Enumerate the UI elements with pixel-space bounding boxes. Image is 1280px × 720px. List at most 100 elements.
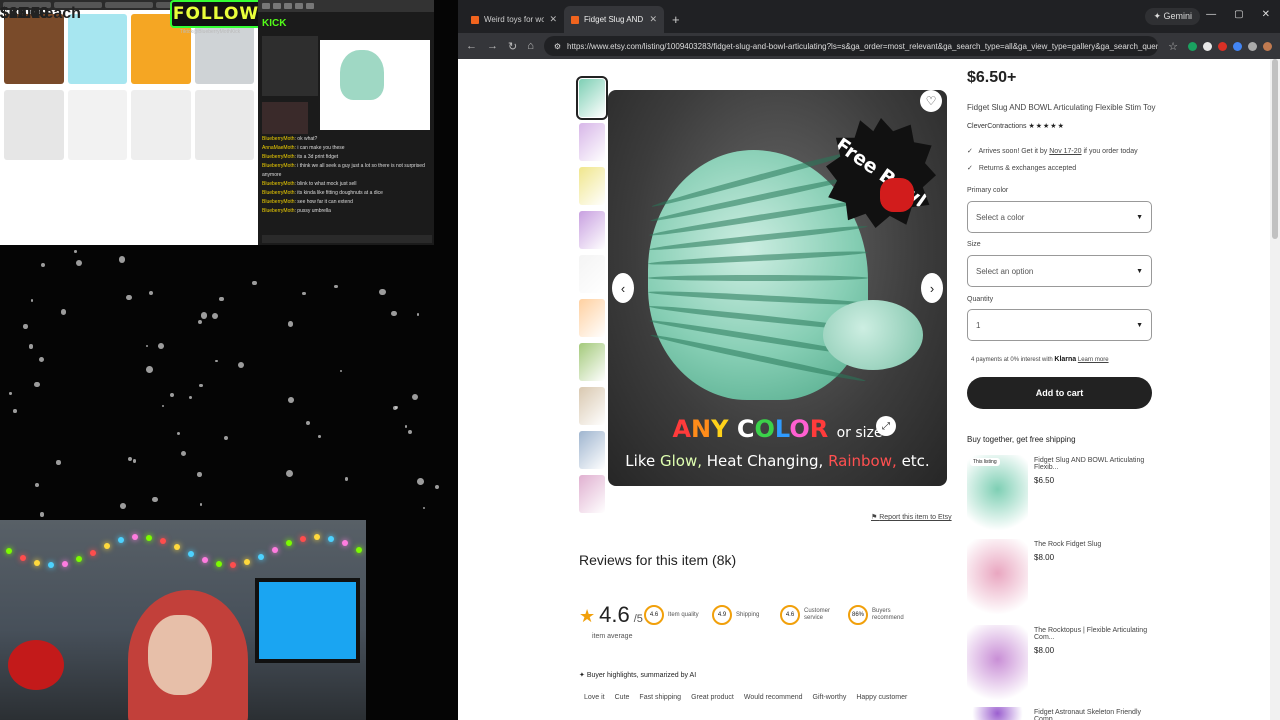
snowflake bbox=[379, 288, 386, 295]
bundle-item-title[interactable]: The Rock Fidget Slug bbox=[1034, 541, 1101, 548]
snowflake bbox=[38, 356, 44, 362]
highlight-chip[interactable]: Great product bbox=[691, 694, 734, 701]
thumbnail-image[interactable] bbox=[579, 343, 605, 381]
mini-product-card[interactable]: $6.00 bbox=[0, 6, 191, 162]
bundle-item-title[interactable]: Fidget Astronaut Skeleton Friendly Comp.… bbox=[1034, 709, 1167, 720]
bundle-item-image[interactable] bbox=[967, 625, 1028, 701]
favorite-button[interactable]: ♡ bbox=[920, 90, 942, 112]
highlight-chip[interactable]: Would recommend bbox=[744, 694, 803, 701]
thumbnail-image[interactable] bbox=[579, 475, 605, 513]
mini-product-card[interactable]: $15.10 bbox=[0, 6, 127, 162]
shop-name[interactable]: CleverContractions bbox=[967, 123, 1027, 130]
close-window-icon[interactable]: ✕ bbox=[1262, 9, 1270, 20]
profile-avatar[interactable] bbox=[1263, 41, 1272, 51]
highlight-chip[interactable]: Cute bbox=[615, 694, 630, 701]
chat-username: BlueberryMoth bbox=[262, 190, 295, 196]
thumbnail-image[interactable] bbox=[579, 387, 605, 425]
mini-product-thumb bbox=[67, 90, 127, 160]
reload-icon[interactable]: ↻ bbox=[508, 40, 517, 53]
any-color-letter bbox=[729, 415, 737, 443]
highlight-chip[interactable]: Happy customer bbox=[856, 694, 907, 701]
tab-search[interactable]: Weird toys for women - Etsy ✕ bbox=[464, 6, 564, 33]
extension-icon[interactable] bbox=[1218, 41, 1227, 51]
gemini-button[interactable]: ✦ Gemini bbox=[1145, 8, 1200, 25]
forward-icon[interactable]: → bbox=[487, 40, 498, 52]
report-link[interactable]: ⚑ Report this item to Etsy bbox=[871, 513, 952, 521]
bundle-item-image[interactable] bbox=[967, 707, 1028, 720]
back-icon[interactable]: ← bbox=[466, 40, 477, 52]
bookmark-icon[interactable]: ☆ bbox=[1168, 40, 1178, 53]
review-metric: 4.6 Customer service bbox=[780, 605, 838, 625]
add-to-cart-button[interactable]: Add to cart bbox=[967, 377, 1152, 409]
mini-product-card[interactable]: $13.99 bbox=[0, 6, 127, 86]
chat-message: ok what? bbox=[297, 136, 318, 142]
highlight-chip[interactable]: Love it bbox=[584, 694, 605, 701]
zoom-button[interactable]: ⤢ bbox=[876, 416, 896, 436]
thumbnail-image[interactable] bbox=[579, 123, 605, 161]
thumbnail-image[interactable] bbox=[579, 299, 605, 337]
thumbnail-image[interactable] bbox=[579, 431, 605, 469]
extension-icon[interactable] bbox=[1188, 41, 1197, 51]
site-info-icon[interactable]: ⚙ bbox=[554, 42, 561, 51]
mini-product-card[interactable]: $2.04 each bbox=[0, 6, 81, 162]
size-select[interactable]: Select an option ▼ bbox=[967, 255, 1152, 287]
review-metric: 86% Buyers recommend bbox=[848, 605, 906, 625]
extension-icon[interactable] bbox=[1203, 41, 1212, 51]
scrollbar-thumb[interactable] bbox=[1272, 59, 1278, 239]
thumbnail-image[interactable] bbox=[576, 76, 608, 120]
maximize-icon[interactable]: ▢ bbox=[1234, 9, 1243, 20]
window-controls: — ▢ ✕ bbox=[1206, 9, 1270, 20]
new-tab-icon[interactable]: + bbox=[664, 12, 688, 33]
highlight-chip[interactable]: Gift-worthy bbox=[813, 694, 847, 701]
klarna-logo: Klarna bbox=[1054, 356, 1077, 363]
etsy-listing-page: Free Bowl ANY COLOR or size Like Glow, H… bbox=[458, 59, 1280, 720]
thumbnail-image[interactable] bbox=[579, 211, 605, 249]
main-product-image[interactable]: Free Bowl ANY COLOR or size Like Glow, H… bbox=[608, 90, 947, 486]
close-icon[interactable]: ✕ bbox=[549, 14, 557, 25]
bundle-item[interactable]: The Rock Fidget Slug $8.00 bbox=[967, 539, 1167, 615]
page-scrollbar[interactable] bbox=[1270, 59, 1280, 720]
browser-window: Weird toys for women - Etsy ✕ Fidget Slu… bbox=[458, 0, 1280, 720]
minimize-icon[interactable]: — bbox=[1206, 9, 1216, 20]
next-image-button[interactable]: › bbox=[921, 273, 943, 303]
bundle-item[interactable]: The Rocktopus | Flexible Articulating Co… bbox=[967, 625, 1167, 701]
chat-input[interactable] bbox=[262, 235, 432, 243]
bundle-item-title[interactable]: The Rocktopus | Flexible Articulating Co… bbox=[1034, 627, 1167, 641]
extension-icon[interactable] bbox=[1233, 41, 1242, 51]
klarna-learn-more[interactable]: Learn more bbox=[1078, 357, 1109, 363]
string-light bbox=[300, 535, 306, 542]
bundle-item[interactable]: This listing Fidget Slug AND BOWL Articul… bbox=[967, 455, 1167, 531]
snowflake bbox=[30, 299, 34, 302]
snowflake bbox=[318, 434, 321, 438]
extensions-puzzle-icon[interactable] bbox=[1248, 41, 1257, 51]
arrival-date[interactable]: Nov 17-20 bbox=[1049, 148, 1081, 155]
home-icon[interactable]: ⌂ bbox=[527, 40, 534, 52]
check-icon: ✓ bbox=[967, 165, 973, 172]
bundle-item-image[interactable] bbox=[967, 539, 1028, 615]
bundle-item-image[interactable]: This listing bbox=[967, 455, 1028, 531]
highlight-chip[interactable]: Fast shipping bbox=[639, 694, 681, 701]
tab-listing[interactable]: Fidget Slug AND BOWL Articulating ✕ bbox=[564, 6, 664, 33]
bundle-item-title[interactable]: Fidget Slug AND BOWL Articulating Flexib… bbox=[1034, 457, 1167, 471]
arrival-info: ✓ Arrives soon! Get it by Nov 17-20 if y… bbox=[967, 147, 1138, 155]
thumbnail-image[interactable] bbox=[579, 255, 605, 293]
thumbnail-image[interactable] bbox=[579, 167, 605, 205]
bundle-item[interactable]: Fidget Astronaut Skeleton Friendly Comp.… bbox=[967, 707, 1167, 720]
mini-product-card[interactable]: $8.07 bbox=[0, 6, 254, 162]
webcam-feed bbox=[0, 520, 366, 720]
shop-info[interactable]: CleverContractions ★★★★★ bbox=[967, 122, 1065, 130]
chat-username: BlueberryMoth bbox=[262, 163, 295, 169]
address-bar[interactable]: ⚙ https://www.etsy.com/listing/100940328… bbox=[543, 36, 1159, 56]
prev-image-button[interactable]: ‹ bbox=[612, 273, 634, 303]
thumbnail-strip bbox=[576, 76, 608, 519]
snowflake bbox=[435, 484, 440, 490]
quantity-select[interactable]: 1 ▼ bbox=[967, 309, 1152, 341]
listing-price: $6.50+ bbox=[967, 69, 1017, 86]
chevron-left-icon: ‹ bbox=[620, 280, 626, 296]
chat-message: blink to what mock just sell bbox=[297, 181, 357, 187]
primary-color-select[interactable]: Select a color ▼ bbox=[967, 201, 1152, 233]
close-icon[interactable]: ✕ bbox=[649, 14, 657, 25]
mini-product-card[interactable]: $11.00 bbox=[0, 6, 64, 86]
rating-summary: ★ 4.6 /5 bbox=[579, 602, 643, 628]
mini-product-thumb bbox=[131, 90, 191, 160]
